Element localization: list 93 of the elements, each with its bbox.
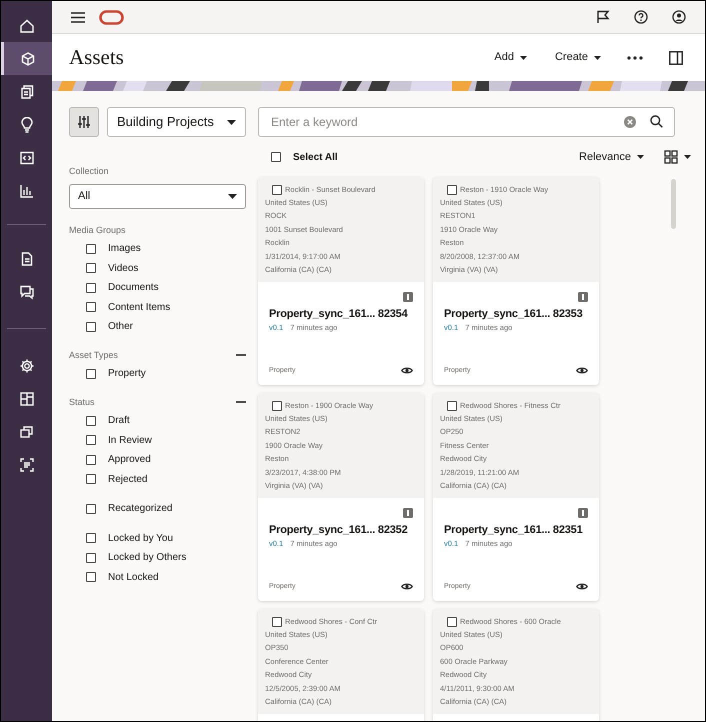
nav-item[interactable] [1,42,52,75]
code-icon [18,150,34,166]
panel-toggle-icon[interactable] [669,50,683,64]
filter-toggle-button[interactable] [69,107,99,137]
cube-icon [20,50,36,66]
checkbox[interactable] [86,416,96,426]
checkbox-label: Locked by You [108,532,174,546]
checkbox[interactable] [271,152,281,162]
checkbox[interactable] [86,263,96,274]
checkbox-label: Not Locked [108,570,159,585]
checkbox-label: Recategorized [108,502,172,516]
sort-dropdown[interactable]: Relevance [579,148,644,166]
caret-icon [594,56,601,60]
checkbox[interactable] [86,572,96,582]
scan-icon [18,456,34,472]
checkbox[interactable] [86,435,96,446]
add-menu-button[interactable]: Add [494,49,527,66]
asset-name[interactable]: Property_sync_161... 82354 [269,307,408,322]
checkbox-label: Approved [108,453,151,468]
status-icon [403,292,413,302]
checkbox-label: In Review [108,434,152,448]
documents-icon [18,84,34,100]
checkbox-label: Other [108,320,134,334]
checkbox[interactable] [86,504,96,514]
status-icon [578,292,588,302]
checkbox-label: Rejected [108,472,148,487]
caret-icon [228,194,237,198]
checkbox-label: Videos [108,262,138,276]
checkbox[interactable] [86,302,96,312]
checkbox[interactable] [86,474,96,484]
checkbox[interactable] [86,533,96,544]
checkbox-label: Documents [108,281,159,296]
collection-dropdown[interactable]: All [69,184,246,208]
checkbox-label: Images [108,242,141,256]
status-icon [403,508,413,518]
section-label: Collection [69,165,110,178]
checkbox-label: Property [108,367,146,382]
scrollbar[interactable] [671,179,676,229]
asset-name[interactable]: Property_sync_161... 82352 [269,523,408,538]
caret-icon [637,155,644,159]
chart-icon [18,182,34,198]
checkbox[interactable] [447,617,457,627]
select-all-label: Select All [293,150,338,164]
chat-icon [18,284,34,300]
checkbox[interactable] [86,552,96,563]
gear-icon [18,358,34,374]
logo-icon[interactable] [99,10,124,24]
sliders-icon [77,115,91,129]
section-label: Asset Types [69,348,118,362]
status-icon [578,508,588,518]
page-title: Assets [69,44,124,71]
more-icon[interactable] [627,56,643,60]
menu-icon[interactable] [71,12,85,22]
eye-icon[interactable] [401,366,413,376]
collapse-icon[interactable] [236,354,246,356]
checkbox[interactable] [447,401,457,411]
view-toggle-button[interactable] [664,150,691,164]
caret-icon [520,56,527,60]
checkbox[interactable] [272,185,282,195]
help-icon[interactable] [634,10,648,24]
checkbox-label: Locked by Others [108,551,186,566]
asset-name[interactable]: Property_sync_161... 82353 [444,307,583,322]
checkbox-label: Draft [108,414,130,428]
layout-icon [18,390,34,406]
checkbox[interactable] [86,454,96,465]
caret-icon [227,120,236,124]
section-label: Media Groups [69,224,126,237]
windows-icon [18,424,34,440]
checkbox[interactable] [86,368,96,379]
search-icon[interactable] [650,115,663,128]
grid-icon [664,150,678,164]
home-icon [18,18,34,34]
checkbox[interactable] [86,322,96,332]
checkbox[interactable] [272,617,282,627]
user-icon[interactable] [672,10,686,24]
asset-name[interactable]: Property_sync_161... 82351 [444,523,583,538]
caret-icon [684,155,691,159]
checkbox[interactable] [86,282,96,293]
collapse-icon[interactable] [236,401,246,404]
eye-icon[interactable] [401,582,413,592]
eye-icon[interactable] [576,366,588,376]
eye-icon[interactable] [576,582,588,592]
create-menu-button[interactable]: Create [554,49,601,66]
search-field[interactable]: Enter a keyword [258,107,675,137]
checkbox[interactable] [272,401,282,411]
flag-icon[interactable] [596,10,610,24]
section-label: Status [69,396,95,408]
checkbox[interactable] [86,244,96,254]
checkbox-label: Content Items [108,300,170,315]
lightbulb-icon [18,116,34,132]
checkbox[interactable] [447,185,457,195]
repository-dropdown[interactable]: Building Projects [107,107,246,137]
clear-icon[interactable] [624,116,636,128]
